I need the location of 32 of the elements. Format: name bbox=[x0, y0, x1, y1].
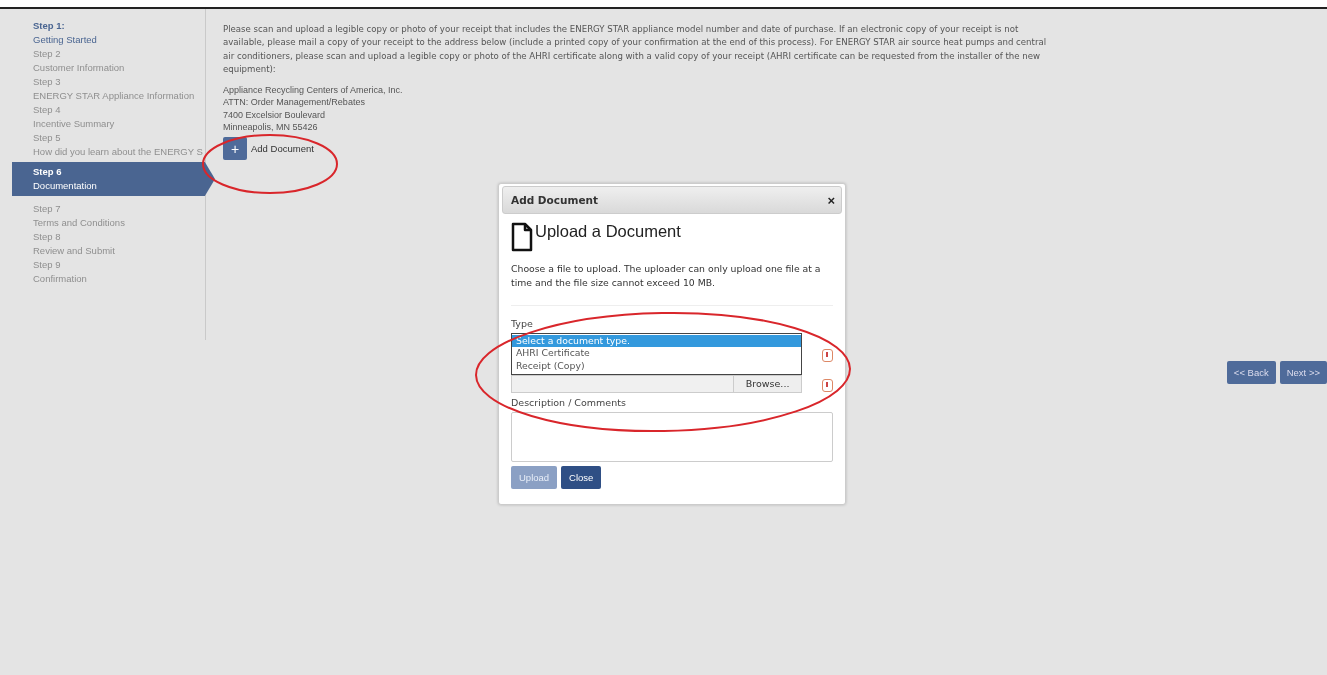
address-line: Appliance Recycling Centers of America, Inc. bbox=[223, 83, 404, 97]
warning-icon bbox=[822, 379, 833, 393]
type-option[interactable]: AHRI Certificate bbox=[512, 347, 802, 360]
type-label: Type bbox=[511, 318, 534, 329]
add-document-link[interactable]: Add Document bbox=[251, 143, 314, 154]
dialog-heading: Upload a Document bbox=[535, 222, 681, 241]
comments-label: Description / Comments bbox=[511, 396, 627, 408]
address-line: Minneapolis, MN 55426 bbox=[223, 121, 319, 134]
nav-button[interactable]: Next >> bbox=[1279, 361, 1327, 384]
active-step-ribbon[interactable]: Step 6 Documentation bbox=[12, 162, 215, 196]
step-item[interactable]: Step 9 Confirmation bbox=[10, 258, 205, 285]
step-item[interactable]: Step 4 Incentive Summary bbox=[10, 103, 205, 130]
step-item[interactable]: Step 7 Terms and Conditions bbox=[10, 202, 205, 229]
address-line: 7400 Excelsior Boulevard bbox=[223, 108, 327, 122]
step-item[interactable]: Step 8 Review and Submit bbox=[10, 230, 205, 257]
warning-icon bbox=[822, 349, 833, 363]
type-listbox[interactable]: Select a document type. AHRI Certificate Receipt (Copy) bbox=[511, 333, 803, 375]
step-item[interactable]: Step 3 ENERGY STAR Appliance Information bbox=[10, 75, 205, 102]
nav-button[interactable]: << Back bbox=[1226, 361, 1276, 384]
comments-field[interactable] bbox=[511, 411, 833, 462]
dialog-title: Add Document bbox=[511, 194, 598, 206]
type-option[interactable]: Receipt (Copy) bbox=[512, 359, 802, 372]
add-button[interactable]: + bbox=[223, 137, 247, 160]
type-option[interactable]: Select a document type. bbox=[512, 335, 802, 348]
dialog-button[interactable]: Close bbox=[561, 465, 602, 489]
document-icon bbox=[511, 222, 533, 252]
step-item[interactable]: Step 5 How did you learn about the ENERGY S bbox=[10, 131, 205, 158]
dialog-description: Choose a file to upload. The uploader can only upload one file at a time and the file size cannot exceed 10 MB. bbox=[511, 262, 822, 289]
step-item[interactable]: Step 2 Customer Information bbox=[10, 47, 205, 74]
address-line: ATTN: Order Management/Rebates bbox=[223, 96, 366, 109]
instructions-text: Please scan and upload a legible copy or photo of your receipt that includes the ENERGY STAR appliance model number and date of purchase. If an electronic copy of your receipt is not available, please mail a copy of your receipt to the address below (include a printed copy of your confirmation at the end of this process). For ENERGY STAR air source heat pumps and central air conditioners, please scan and upload a legible copy or photo of the AHRI certificate along with a valid copy of your receipt (AHRI certificate can be requested from the installer of the new equipment): bbox=[223, 23, 1048, 77]
step-item[interactable]: Step 1: Getting Started bbox=[10, 19, 205, 46]
